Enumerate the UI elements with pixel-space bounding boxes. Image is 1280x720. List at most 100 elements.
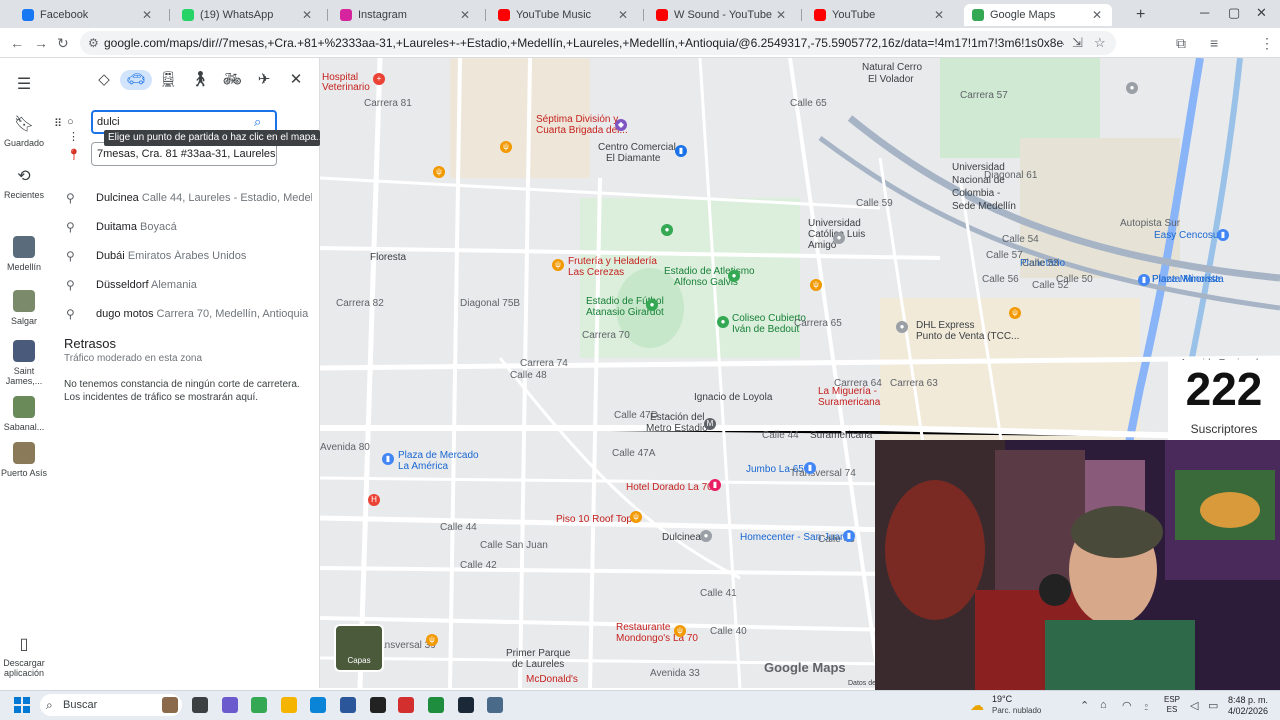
volume-icon[interactable]: ◁ [1190,699,1198,712]
xbox-icon[interactable] [428,697,444,713]
windows-start-icon[interactable] [14,697,30,713]
tab-facebook[interactable]: Facebook ✕ [14,4,162,26]
rail-place-0[interactable]: Medellín [0,236,48,272]
stadium-pin-icon[interactable]: ● [728,270,740,282]
tab-19-whatsapp[interactable]: (19) WhatsApp ✕ [174,4,322,26]
store-pin-icon[interactable]: ▮ [1217,229,1229,241]
install-app-icon[interactable]: ⇲ [1072,35,1083,51]
hospital-pin-icon[interactable]: H [368,494,380,506]
suggestion-item[interactable]: ⚲ Duitama Boyacá [48,213,320,242]
minimize-icon[interactable]: ─ [1200,5,1209,20]
restaurant-pin-icon[interactable]: ψ [426,634,438,646]
edge-icon[interactable] [310,697,326,713]
task-view-icon[interactable] [192,697,208,713]
tab-instagram[interactable]: Instagram ✕ [332,4,480,26]
network-icon[interactable]: ⌂ [1100,699,1107,711]
restaurant-pin-icon[interactable]: ψ [674,625,686,637]
bicycle-mode-icon[interactable]: 🚲︎ [222,70,242,90]
search-highlight-icon[interactable] [162,697,178,713]
suggestion-item[interactable]: ⚲ Dubái Emiratos Árabes Unidos [48,242,320,271]
tab-close-icon[interactable]: ✕ [140,8,154,22]
chrome-icon[interactable] [251,697,267,713]
reload-icon[interactable]: ↻ [57,35,69,52]
rail-place-3[interactable]: Sabanal... [0,396,48,432]
restaurant-pin-icon[interactable]: ψ [810,279,822,291]
suggestion-item[interactable]: ⚲ Düsseldorf Alemania [48,271,320,300]
close-directions-icon[interactable]: ✕ [286,70,306,90]
capcut-icon[interactable] [398,697,414,713]
drag-handle-icon[interactable]: ⠿ [54,117,62,130]
suggestion-item[interactable]: ⚲ dugo motos Carrera 70, Medellín, Antioq… [48,300,320,329]
park-pin-icon[interactable]: ● [661,224,673,236]
suggestion-item[interactable]: ⚲ Dulcinea Calle 44, Laureles - Estadio, … [48,184,320,213]
metro-pin-icon[interactable]: M [704,418,716,430]
market-pin-icon[interactable]: ▮ [382,453,394,465]
forward-icon[interactable]: → [34,35,48,51]
best-route-icon[interactable]: ◇ [94,70,114,90]
coliseum-pin-icon[interactable]: ● [717,316,729,328]
tab-close-icon[interactable]: ✕ [932,8,946,22]
mall-pin-icon[interactable]: ▮ [675,145,687,157]
hotel-pin-icon[interactable]: ▮ [709,479,721,491]
tab-close-icon[interactable]: ✕ [300,8,314,22]
menu-hamburger-icon[interactable]: ☰ [0,74,48,98]
restaurant-pin-icon[interactable]: ψ [500,141,512,153]
university-pin-icon[interactable]: ● [833,232,845,244]
layers-button[interactable]: Capas [334,624,384,672]
rail-saved[interactable]: 🔖︎ Guardado [0,114,48,148]
rail-place-1[interactable]: Salgar [0,290,48,326]
stadium-pin-icon[interactable]: ● [646,299,658,311]
language-indicator[interactable]: ESP ES [1164,695,1180,715]
word-icon[interactable] [340,697,356,713]
restaurant-pin-icon[interactable]: ψ [433,166,445,178]
media-icon[interactable]: ≡ [1210,35,1218,51]
tab-close-icon[interactable]: ✕ [1090,8,1104,22]
obs-icon[interactable] [370,697,386,713]
system-clock[interactable]: 8:48 p. m. 4/02/2026 [1224,695,1268,717]
rail-recent[interactable]: ⟲ Recientes [0,166,48,200]
tab-close-icon[interactable]: ✕ [616,8,630,22]
place-pin-icon[interactable]: ● [1126,82,1138,94]
bar-pin-icon[interactable]: ψ [630,511,642,523]
steam-icon[interactable] [458,697,474,713]
car-mode-icon[interactable]: 🚗︎ [120,70,152,90]
flight-mode-icon[interactable]: ✈ [254,70,274,90]
tab-youtube-music[interactable]: YouTube Music ✕ [490,4,638,26]
transit-mode-icon[interactable]: 🚆︎ [158,70,178,90]
battery-icon[interactable]: ▭ [1208,699,1218,712]
rail-place-4[interactable]: Puerto Asís [0,442,48,478]
supermarket-pin-icon[interactable]: ▮ [804,462,816,474]
icecream-pin-icon[interactable]: ψ [552,259,564,271]
tab-youtube[interactable]: YouTube ✕ [806,4,954,26]
menu-kebab-icon[interactable]: ⋮ [1260,35,1274,52]
wifi-icon[interactable]: ◠ [1122,699,1132,712]
microphone-icon[interactable]: ⍛ [1143,699,1150,712]
dhl-pin-icon[interactable]: ● [896,321,908,333]
tray-overflow-icon[interactable]: ⌃ [1080,699,1089,712]
close-window-icon[interactable]: ✕ [1256,5,1267,21]
file-explorer-icon[interactable] [281,697,297,713]
new-tab-icon[interactable]: + [1136,6,1145,24]
taskbar-search[interactable]: ⌕ Buscar [40,694,182,716]
extensions-puzzle-icon[interactable]: ⧉ [1176,35,1186,52]
bookmark-star-icon[interactable]: ☆ [1094,35,1106,51]
hospital-pin-icon[interactable]: + [373,73,385,85]
tab-close-icon[interactable]: ✕ [774,8,788,22]
walking-mode-icon[interactable]: 🚶︎ [190,70,210,90]
store-pin-icon[interactable]: ▮ [843,530,855,542]
place-pin-icon[interactable]: ● [700,530,712,542]
restaurant-pin-icon[interactable]: ψ [1009,307,1021,319]
maximize-icon[interactable]: ▢ [1228,5,1240,21]
search-icon[interactable]: ⌕ [254,114,261,130]
address-bar[interactable]: ⚙ google.com/maps/dir//7mesas,+Cra.+81+%… [80,31,1116,55]
site-info-icon[interactable]: ⚙ [88,36,99,50]
military-pin-icon[interactable]: ◆ [615,119,627,131]
tab-w-sound-youtube[interactable]: W Sound - YouTube ✕ [648,4,796,26]
rail-download-app[interactable]: ▯ Descargar aplicación [0,634,48,678]
tab-close-icon[interactable]: ✕ [458,8,472,22]
copilot-icon[interactable] [222,697,238,713]
market-pin-icon[interactable]: ▮ [1138,274,1150,286]
tab-google-maps[interactable]: Google Maps ✕ [964,4,1112,26]
rail-place-2[interactable]: Saint James,... [0,340,48,386]
app-icon[interactable] [487,697,503,713]
